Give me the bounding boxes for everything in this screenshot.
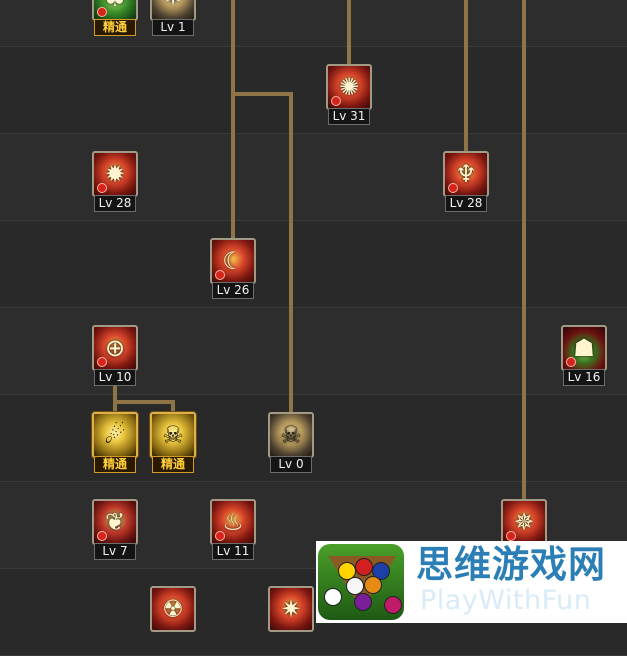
skill-icon: ☠ <box>150 412 196 458</box>
tier-row <box>0 221 627 308</box>
skill-level-label: Lv 26 <box>212 282 254 299</box>
skill-node[interactable]: ☾ Lv 26 <box>210 238 256 300</box>
skill-icon: ✵ <box>501 499 547 545</box>
skill-node[interactable]: ✶ Lv 1 <box>150 0 196 37</box>
skill-node[interactable]: ✺ Lv 31 <box>326 64 372 126</box>
skill-level-label: Lv 7 <box>94 543 136 560</box>
connector-line <box>231 0 235 242</box>
skill-level-label: Lv 28 <box>445 195 487 212</box>
skill-node[interactable]: ✷ <box>268 586 314 648</box>
skill-node[interactable]: ♨ Lv 11 <box>210 499 256 561</box>
skill-icon: ☄ <box>92 412 138 458</box>
skill-icon: ☢ <box>150 586 196 632</box>
skill-node[interactable]: ☄ 精通 <box>92 412 138 474</box>
skill-node[interactable]: ✹ Lv 28 <box>92 151 138 213</box>
skill-node[interactable]: ☢ <box>150 586 196 648</box>
skill-icon: ❦ <box>92 499 138 545</box>
skill-level-label: 精通 <box>94 456 136 473</box>
skill-node[interactable]: ☠ Lv 0 <box>268 412 314 474</box>
skill-node[interactable]: ⊕ Lv 10 <box>92 325 138 387</box>
skill-icon: ♆ <box>443 151 489 197</box>
billiards-logo-icon <box>318 544 404 620</box>
connector-line <box>464 0 468 156</box>
skill-icon: ☾ <box>210 238 256 284</box>
skill-level-label: Lv 1 <box>152 19 194 36</box>
skill-icon: ♨ <box>210 499 256 545</box>
connector-line <box>289 92 293 415</box>
skill-level-label: Lv 16 <box>563 369 605 386</box>
skill-node[interactable]: ♆ Lv 28 <box>443 151 489 213</box>
skill-node[interactable]: ☗ Lv 16 <box>561 325 607 387</box>
skill-icon: ⊕ <box>92 325 138 371</box>
tier-row <box>0 47 627 134</box>
connector-line <box>231 92 293 96</box>
skill-level-label: Lv 0 <box>270 456 312 473</box>
skill-icon: ✺ <box>326 64 372 110</box>
connector-line <box>113 400 175 404</box>
watermark-title-cn: 思维游戏网 <box>416 543 606 586</box>
site-watermark: 思维游戏网 PlayWithFun <box>316 541 627 623</box>
skill-level-label: Lv 10 <box>94 369 136 386</box>
skill-icon: ✷ <box>268 586 314 632</box>
skill-icon: ✶ <box>150 0 196 21</box>
connector-line <box>347 0 351 68</box>
connector-line <box>522 0 526 504</box>
skill-icon: ✹ <box>92 151 138 197</box>
watermark-title-en: PlayWithFun <box>420 585 592 616</box>
skill-level-label: 精通 <box>94 19 136 36</box>
skill-level-label: Lv 31 <box>328 108 370 125</box>
skill-icon: ♣ <box>92 0 138 21</box>
skill-node[interactable]: ❦ Lv 7 <box>92 499 138 561</box>
skill-level-label: Lv 11 <box>212 543 254 560</box>
skill-level-label: Lv 28 <box>94 195 136 212</box>
skill-level-label: 精通 <box>152 456 194 473</box>
skill-icon: ☗ <box>561 325 607 371</box>
skill-node[interactable]: ♣ 精通 <box>92 0 138 37</box>
skill-node[interactable]: ☠ 精通 <box>150 412 196 474</box>
skill-icon: ☠ <box>268 412 314 458</box>
